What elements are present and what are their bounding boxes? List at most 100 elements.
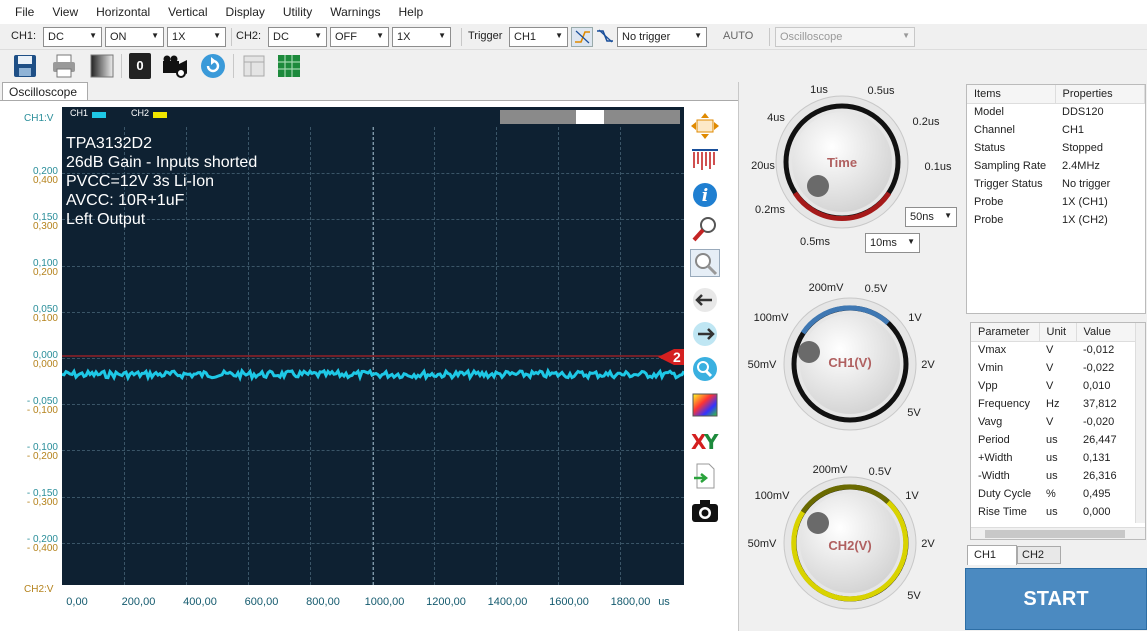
trigger-mode-select[interactable]: No trigger ▼ — [617, 27, 707, 47]
ch2-probe-select[interactable]: 1X ▼ — [392, 27, 451, 47]
overlay-line: Left Output — [66, 211, 146, 228]
device-select[interactable]: Oscilloscope ▼ — [775, 27, 915, 47]
refresh-icon[interactable] — [200, 53, 226, 79]
ch2-y-tick: - 0,100 — [26, 405, 58, 416]
time-label-0.2us[interactable]: 0.2us — [913, 116, 940, 128]
menu-view[interactable]: View — [52, 5, 78, 19]
ch1-state-select[interactable]: ON ▼ — [105, 27, 164, 47]
ch1-label-0.5v[interactable]: 0.5V — [865, 283, 888, 295]
ch2-label-50mv[interactable]: 50mV — [748, 538, 777, 550]
separator — [231, 28, 232, 46]
zoom-out-icon[interactable] — [690, 249, 720, 277]
start-button[interactable]: START — [965, 568, 1147, 630]
tab-ch1[interactable]: CH1 — [967, 545, 1017, 565]
ch1-coupling-select[interactable]: DC ▼ — [43, 27, 102, 47]
trigger-marker[interactable]: 2 — [656, 347, 686, 367]
persistence-icon[interactable] — [690, 146, 720, 174]
zoom-in-icon[interactable] — [690, 215, 720, 243]
table-row[interactable]: Channel CH1 — [967, 121, 1145, 139]
menu-horizontal[interactable]: Horizontal — [96, 5, 150, 19]
menu-help[interactable]: Help — [398, 5, 423, 19]
trigger-source-select[interactable]: CH1 ▼ — [509, 27, 568, 47]
table-row[interactable]: Duty Cycle% 0,495 — [971, 485, 1145, 503]
table-row[interactable]: Probe 1X (CH1) — [967, 193, 1145, 211]
vertical-scrollbar[interactable] — [1135, 323, 1145, 523]
ch1-label-50mv[interactable]: 50mV — [748, 359, 777, 371]
table-row[interactable]: Trigger Status No trigger — [967, 175, 1145, 193]
time-label-0.5us[interactable]: 0.5us — [868, 85, 895, 97]
color-palette-icon[interactable] — [690, 391, 720, 419]
ch1-label-2v[interactable]: 2V — [921, 359, 934, 371]
ch1-label-200mv[interactable]: 200mV — [809, 282, 844, 294]
table-row[interactable]: Probe 1X (CH2) — [967, 211, 1145, 229]
ch2-label-200mv[interactable]: 200mV — [813, 464, 848, 476]
ch2-state-select[interactable]: OFF ▼ — [330, 27, 389, 47]
ch1-volts-knob[interactable]: CH1(V) — [783, 297, 917, 431]
table-row[interactable]: Vmin V -0,022 — [971, 359, 1145, 377]
save-icon[interactable] — [12, 53, 38, 79]
arrow-left-icon[interactable] — [690, 286, 720, 314]
export-file-icon[interactable] — [690, 462, 720, 490]
time-label-4us[interactable]: 4us — [767, 112, 785, 124]
falling-edge-icon[interactable] — [595, 27, 615, 47]
ch2-label: CH2: — [236, 30, 262, 42]
ch1-label-5v[interactable]: 5V — [907, 407, 920, 419]
table-row[interactable]: Vpp V 0,010 — [971, 377, 1145, 395]
tab-oscilloscope[interactable]: Oscilloscope — [2, 82, 88, 101]
table-layout-icon[interactable] — [241, 53, 267, 79]
ch2-label-0.5v[interactable]: 0.5V — [869, 466, 892, 478]
table-row[interactable]: Model DDS120 — [967, 103, 1145, 121]
video-camera-icon[interactable] — [161, 53, 187, 79]
table-row[interactable]: +Width us 0,131 — [971, 449, 1145, 467]
table-row[interactable]: Period us 26,447 — [971, 431, 1145, 449]
xy-mode-icon[interactable]: XY — [690, 427, 720, 455]
search-icon[interactable] — [690, 355, 720, 383]
table-row[interactable]: Status Stopped — [967, 139, 1145, 157]
ch1-label-1v[interactable]: 1V — [908, 312, 921, 324]
ch1-label-100mv[interactable]: 100mV — [754, 312, 789, 324]
time-label-0.2ms[interactable]: 0.2ms — [755, 204, 785, 216]
fit-screen-icon[interactable] — [690, 112, 720, 140]
ch2-label-1v[interactable]: 1V — [905, 490, 918, 502]
menu-file[interactable]: File — [15, 5, 34, 19]
ch2-volts-knob[interactable]: CH2(V) — [783, 476, 917, 610]
table-row[interactable]: Vmax V -0,012 — [971, 341, 1145, 359]
ch1-probe-select[interactable]: 1X ▼ — [167, 27, 226, 47]
table-row[interactable]: Vavg V -0,020 — [971, 413, 1145, 431]
scroll-thumb[interactable] — [985, 530, 1125, 538]
overlay-text: TPA3132D2 26dB Gain - Inputs shorted PVC… — [66, 134, 257, 229]
time-fine-select[interactable]: 50ns ▼ — [905, 207, 957, 227]
ch1-state-value: ON — [110, 31, 127, 43]
table-row[interactable]: Sampling Rate 2.4MHz — [967, 157, 1145, 175]
time-label-1us[interactable]: 1us — [810, 84, 828, 96]
camera-icon[interactable] — [690, 497, 720, 525]
rising-edge-icon[interactable] — [571, 27, 593, 47]
ch2-label-100mv[interactable]: 100mV — [755, 490, 790, 502]
ch2-coupling-select[interactable]: DC ▼ — [268, 27, 327, 47]
table-row[interactable]: -Width us 26,316 — [971, 467, 1145, 485]
horizontal-scrollbar[interactable] — [971, 527, 1145, 539]
grid-icon[interactable] — [276, 53, 302, 79]
menu-utility[interactable]: Utility — [283, 5, 312, 19]
arrow-right-icon[interactable] — [690, 320, 720, 348]
ch2-label-2v[interactable]: 2V — [921, 538, 934, 550]
menu-display[interactable]: Display — [226, 5, 265, 19]
info-icon[interactable]: i — [690, 181, 720, 209]
counter-badge[interactable]: 0 — [129, 53, 151, 79]
ch2-y-tick: - 0,400 — [26, 543, 58, 554]
ch2-label-5v[interactable]: 5V — [907, 590, 920, 602]
time-label-20us[interactable]: 20us — [751, 160, 775, 172]
table-row[interactable]: Rise Time us 0,000 — [971, 503, 1145, 521]
gradient-icon[interactable] — [89, 53, 115, 79]
print-icon[interactable] — [51, 53, 77, 79]
menu-warnings[interactable]: Warnings — [330, 5, 380, 19]
time-label-0.5ms[interactable]: 0.5ms — [800, 236, 830, 248]
time-label-0.1us[interactable]: 0.1us — [925, 161, 952, 173]
time-coarse-select[interactable]: 10ms ▼ — [865, 233, 920, 253]
table-row[interactable]: Frequency Hz 37,812 — [971, 395, 1145, 413]
table-cell: -Width — [978, 470, 1010, 482]
time-knob[interactable]: Time — [775, 95, 909, 229]
menu-vertical[interactable]: Vertical — [168, 5, 207, 19]
auto-button[interactable]: AUTO — [723, 30, 753, 42]
tab-ch2[interactable]: CH2 — [1017, 546, 1061, 564]
